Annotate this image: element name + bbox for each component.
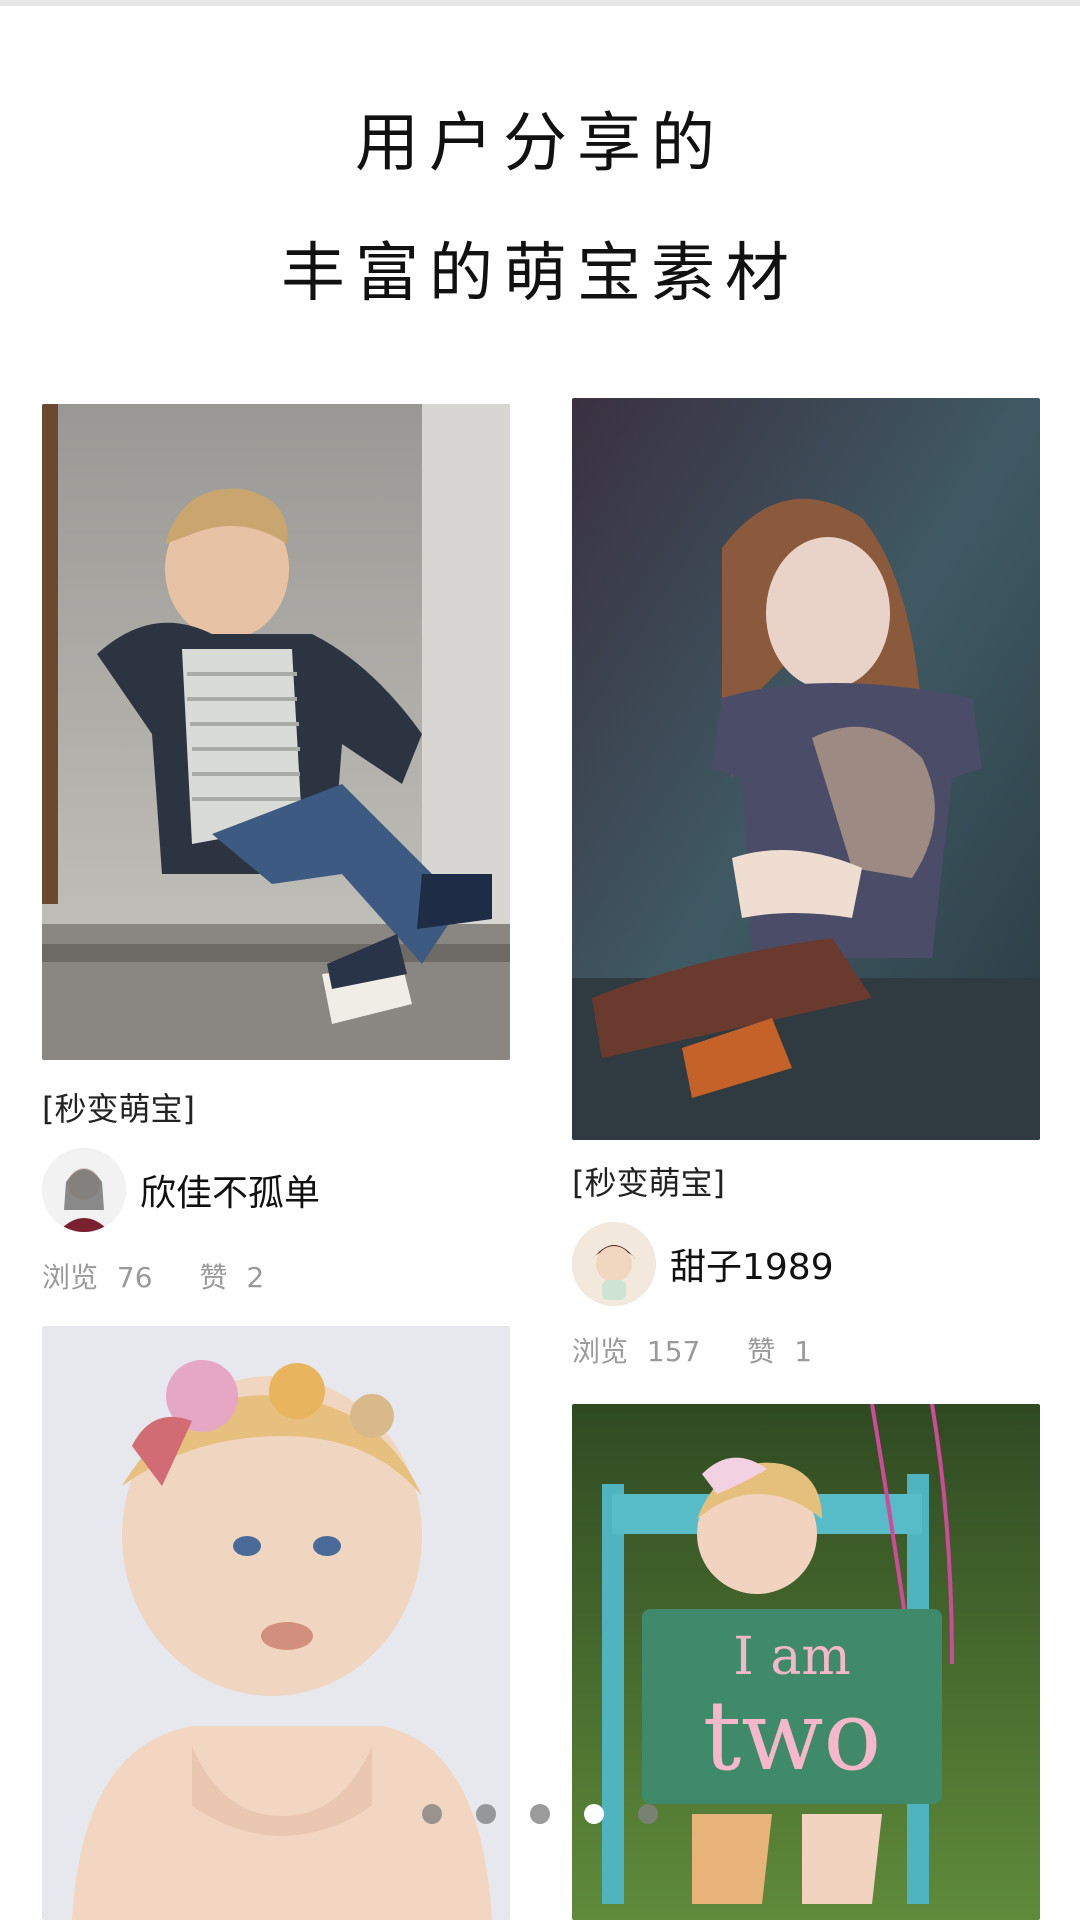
post-tag: [秒变萌宝] bbox=[42, 1090, 195, 1128]
avatar[interactable] bbox=[42, 1148, 126, 1232]
carousel-pagination bbox=[0, 1804, 1080, 1834]
views-count: 157 bbox=[646, 1335, 701, 1368]
headline-line-1: 用户分享的 bbox=[355, 107, 725, 181]
pagination-dot[interactable] bbox=[530, 1804, 550, 1824]
post-photo-boy[interactable] bbox=[42, 404, 510, 1060]
pagination-dot[interactable] bbox=[476, 1804, 496, 1824]
author-name[interactable]: 欣佳不孤单 bbox=[140, 1164, 320, 1216]
avatar[interactable] bbox=[572, 1222, 656, 1306]
likes-count: 2 bbox=[246, 1261, 265, 1294]
post-photo-girl[interactable] bbox=[572, 398, 1040, 1140]
views-label: 浏览 bbox=[42, 1261, 99, 1294]
likes-count: 1 bbox=[794, 1335, 813, 1368]
top-divider bbox=[0, 0, 1080, 6]
sign-text-line-1: I am bbox=[733, 1627, 850, 1687]
views-label: 浏览 bbox=[572, 1335, 629, 1368]
post-author[interactable]: 欣佳不孤单 bbox=[42, 1148, 320, 1232]
views-count: 76 bbox=[116, 1261, 153, 1294]
sign-text-line-2: two bbox=[703, 1680, 882, 1792]
post-photo-i-am-two[interactable]: I am two bbox=[572, 1404, 1040, 1920]
post-tag: [秒变萌宝] bbox=[572, 1164, 725, 1202]
likes-label: 赞 bbox=[747, 1335, 776, 1368]
pagination-dot[interactable] bbox=[584, 1804, 604, 1824]
pagination-dot[interactable] bbox=[422, 1804, 442, 1824]
pagination-dot[interactable] bbox=[638, 1804, 658, 1824]
post-stats: 浏览 76 赞 2 bbox=[42, 1256, 264, 1296]
post-stats: 浏览 157 赞 1 bbox=[572, 1330, 812, 1370]
author-name[interactable]: 甜子1989 bbox=[670, 1238, 834, 1290]
headline-line-2: 丰富的萌宝素材 bbox=[281, 237, 799, 311]
likes-label: 赞 bbox=[199, 1261, 228, 1294]
post-author[interactable]: 甜子1989 bbox=[572, 1222, 834, 1306]
